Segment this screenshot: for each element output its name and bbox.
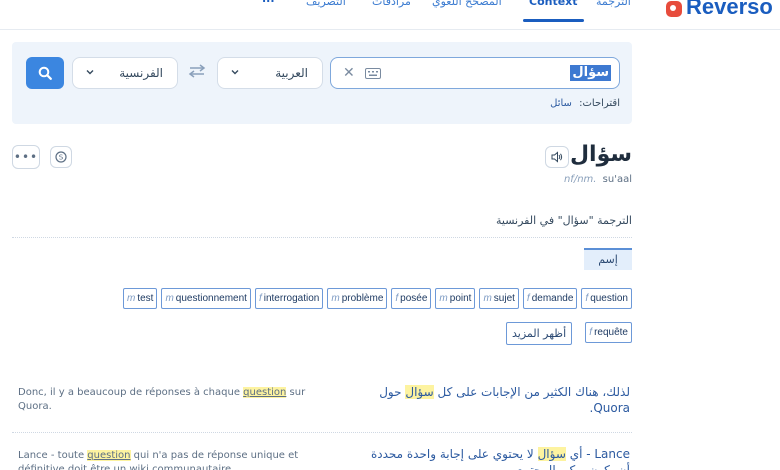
translation-word: point	[449, 293, 472, 304]
target-language-label: الفرنسية	[119, 66, 163, 80]
example-source: Donc, il y a beaucoup de réponses à chaq…	[18, 386, 338, 414]
translation-word: problème	[341, 293, 384, 304]
transliteration: su'aal	[602, 174, 632, 185]
suggestions-label: اقتراحات:	[579, 98, 620, 109]
translation-chip[interactable]: m sujet	[479, 288, 519, 309]
nav-item-grammar-checker[interactable]: المصحح اللغوي	[432, 0, 502, 8]
headword: سؤال	[569, 142, 632, 167]
translation-word: question	[590, 293, 628, 304]
translation-chip[interactable]: f demande	[522, 288, 578, 309]
target-language-select[interactable]: الفرنسية	[72, 57, 178, 89]
chevron-down-icon	[231, 70, 239, 75]
nav-item-synonyms[interactable]: مرادفات	[372, 0, 411, 8]
divider	[12, 432, 632, 433]
gender-marker: m	[483, 293, 492, 304]
translations-row: f question f demande m sujet m point f posée m prob…	[122, 288, 632, 309]
translation-word: test	[137, 293, 154, 304]
example-highlight: question	[87, 450, 131, 461]
gender-marker: f	[589, 327, 593, 338]
translation-chip[interactable]: f question	[581, 288, 632, 309]
reverso-logo-icon	[666, 1, 682, 17]
translation-chip[interactable]: m point	[435, 288, 476, 309]
nav-item-translation[interactable]: الترجمة	[596, 0, 631, 8]
translation-word: sujet	[493, 293, 515, 304]
chevron-down-icon	[86, 70, 94, 75]
pronounce-button[interactable]	[545, 146, 569, 168]
translation-chip[interactable]: f posée	[391, 288, 432, 309]
translation-word: interrogation	[263, 293, 320, 304]
svg-text:S: S	[59, 154, 64, 162]
example-highlight: سؤال	[405, 385, 434, 399]
clear-icon[interactable]: ✕	[343, 65, 355, 81]
translations-heading: الترجمة "سؤال" في الفرنسية	[496, 214, 632, 227]
suggestions: اقتراحات: سائل	[550, 98, 620, 109]
example-text: Lance - أي	[565, 447, 630, 461]
search-button[interactable]	[26, 57, 64, 89]
gender-marker: m	[126, 293, 136, 304]
top-navigation: ... التصريف مرادفات المصحح اللغوي Contex…	[0, 0, 780, 30]
more-options-button[interactable]: •••	[12, 145, 40, 169]
show-more-button[interactable]: أظهر المزيد	[506, 322, 573, 345]
gender-marker: f	[258, 293, 262, 304]
translation-word: posée	[400, 293, 428, 304]
gender-marker: m	[439, 293, 448, 304]
part-of-speech: nf/nm.	[563, 174, 597, 185]
nav-more-menu[interactable]: ...	[262, 0, 275, 5]
gender-marker: m	[331, 293, 340, 304]
translation-chip[interactable]: f interrogation	[254, 288, 324, 309]
brand-logo[interactable]: Reverso	[666, 0, 773, 24]
nav-item-context[interactable]: Context	[523, 0, 584, 22]
example-text: لذلك، هناك الكثير من الإجابات على كل	[433, 385, 630, 399]
gender-marker: m	[165, 293, 174, 304]
source-language-label: العربية	[275, 66, 308, 80]
translation-word: demande	[531, 293, 574, 304]
gender-marker: f	[585, 293, 589, 304]
translation-chip[interactable]: m test	[122, 288, 158, 309]
translation-chip[interactable]: m questionnement	[161, 288, 251, 309]
gender-marker: f	[395, 293, 399, 304]
headword-info: nf/nm. su'aal	[564, 174, 632, 185]
translation-word: requête	[594, 327, 628, 338]
translation-word: questionnement	[175, 293, 247, 304]
divider	[12, 237, 632, 238]
dictionary-button[interactable]: S	[50, 146, 72, 168]
swap-languages-icon[interactable]	[188, 64, 206, 78]
gender-marker: f	[526, 293, 530, 304]
search-panel: الفرنسية العربية ✕ سؤال اقتراحات: سائل	[12, 42, 632, 124]
translation-chip[interactable]: f requête	[585, 322, 632, 343]
noun-tab[interactable]: إسم	[584, 248, 632, 270]
example-highlight: سؤال	[537, 447, 566, 461]
search-query-value: سؤال	[570, 65, 611, 81]
ellipsis-icon: •••	[13, 150, 39, 164]
search-input[interactable]: ✕ سؤال	[330, 57, 620, 89]
example-translation: Lance - أي سؤال لا يحتوي على إجابة واحدة…	[360, 446, 630, 470]
search-icon	[38, 66, 52, 80]
translation-chip[interactable]: m problème	[327, 288, 388, 309]
speaker-icon	[551, 151, 563, 163]
example-source: Lance - toute question qui n'a pas de ré…	[18, 449, 338, 470]
example-text: Donc, il y a beaucoup de réponses à chaq…	[18, 387, 244, 398]
example-text: Lance - toute	[18, 450, 88, 461]
brand-name: Reverso	[686, 0, 773, 19]
keyboard-icon[interactable]	[365, 68, 381, 79]
suggestion-link[interactable]: سائل	[550, 98, 572, 109]
example-highlight: question	[243, 387, 287, 398]
s-circle-icon: S	[55, 151, 67, 163]
source-language-select[interactable]: العربية	[217, 57, 323, 89]
nav-item-conjugation[interactable]: التصريف	[306, 0, 346, 8]
example-translation: لذلك، هناك الكثير من الإجابات على كل سؤا…	[360, 384, 630, 416]
translations-row: f requête	[585, 322, 632, 343]
